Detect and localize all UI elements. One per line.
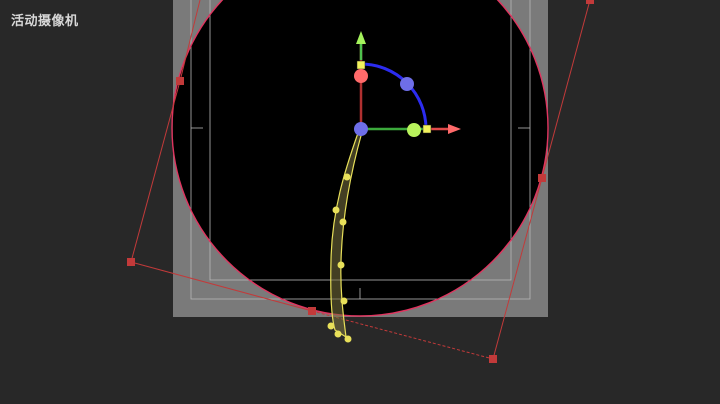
- dot-icon[interactable]: [334, 330, 342, 338]
- dot-icon[interactable]: [340, 297, 348, 305]
- dot-icon[interactable]: [339, 218, 347, 226]
- dot-icon[interactable]: [332, 206, 340, 214]
- dot-icon[interactable]: [343, 173, 351, 181]
- viewport-canvas[interactable]: [0, 0, 720, 404]
- rotate-x-handle[interactable]: [407, 123, 421, 137]
- square-handle-icon[interactable]: [538, 174, 546, 182]
- dot-icon[interactable]: [344, 335, 352, 343]
- origin-handle[interactable]: [354, 122, 368, 136]
- rotate-handle[interactable]: [354, 69, 368, 83]
- active-camera-label: 活动摄像机: [11, 14, 79, 29]
- square-handle-icon[interactable]: [586, 0, 594, 4]
- dot-icon[interactable]: [327, 322, 335, 330]
- square-handle-icon[interactable]: [489, 355, 497, 363]
- rotate-z-handle[interactable]: [400, 77, 414, 91]
- square-handle-icon[interactable]: [308, 307, 316, 315]
- square-handle-icon[interactable]: [176, 77, 184, 85]
- square-handle-icon[interactable]: [127, 258, 135, 266]
- dot-icon[interactable]: [337, 261, 345, 269]
- 3d-viewport[interactable]: 活动摄像机: [0, 0, 720, 404]
